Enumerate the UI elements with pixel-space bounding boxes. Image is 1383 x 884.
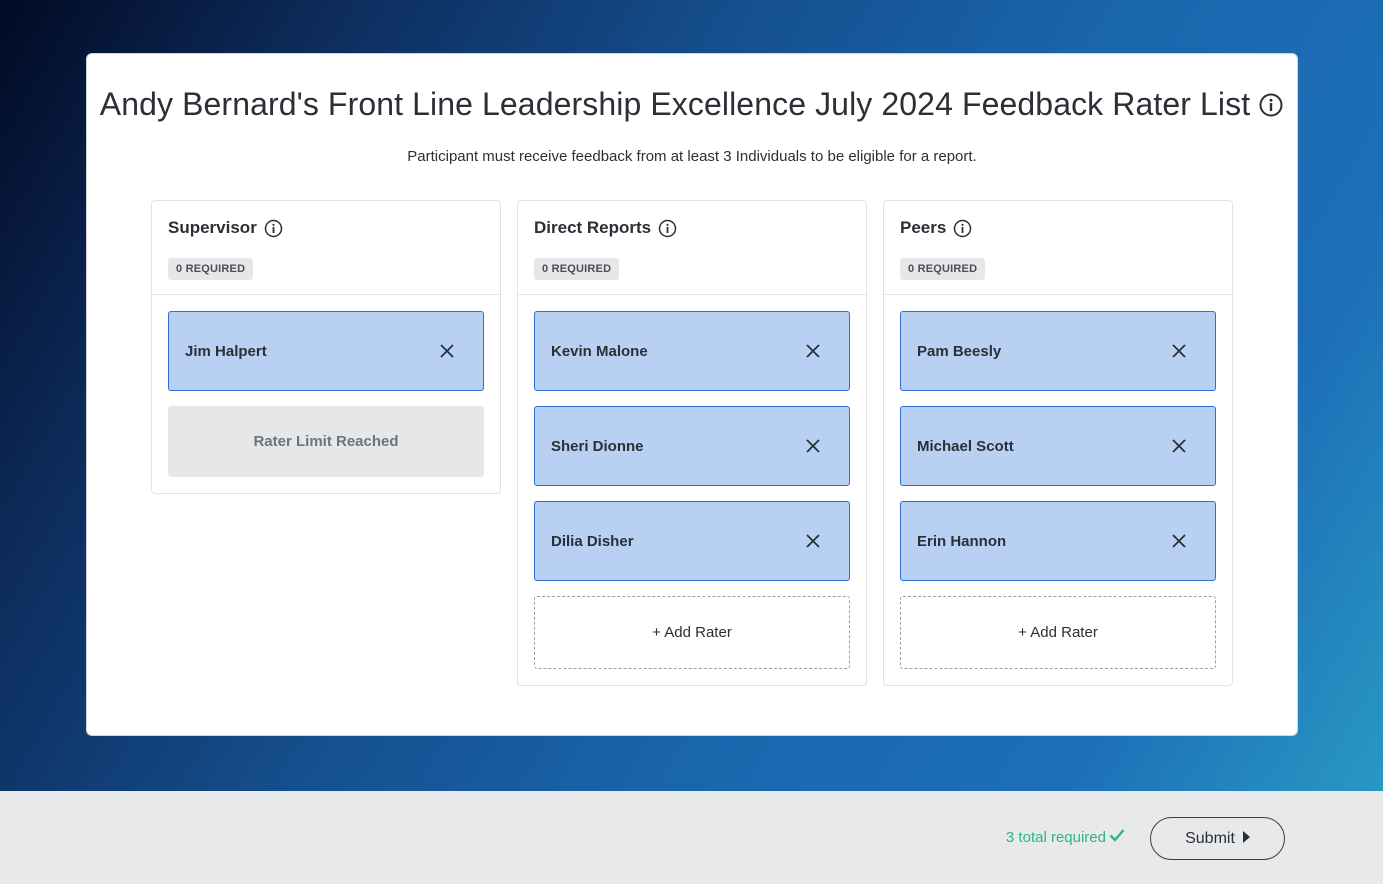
rater-name: Jim Halpert	[185, 342, 267, 360]
rater-card: Michael Scott	[900, 406, 1216, 486]
page-title-row: Andy Bernard's Front Line Leadership Exc…	[87, 86, 1297, 123]
rater-card: Erin Hannon	[900, 501, 1216, 581]
rater-list-card: Andy Bernard's Front Line Leadership Exc…	[86, 53, 1298, 736]
total-required-text: 3 total required	[1005, 828, 1106, 846]
required-badge: 0 REQUIRED	[534, 258, 620, 280]
rater-name: Michael Scott	[917, 437, 1014, 455]
column-header: Supervisor 0 REQUIRED	[152, 201, 500, 295]
info-icon[interactable]	[658, 219, 677, 238]
check-icon	[1109, 828, 1125, 846]
add-rater-button[interactable]: + Add Rater	[900, 596, 1216, 669]
caret-right-icon	[1242, 830, 1250, 848]
column-title: Peers	[900, 218, 947, 237]
column-title: Supervisor	[168, 218, 257, 237]
remove-rater-icon[interactable]	[1171, 438, 1187, 454]
column-supervisor: Supervisor 0 REQUIRED Jim Halpert Rater …	[151, 200, 501, 494]
rater-card: Sheri Dionne	[534, 406, 850, 486]
column-header: Peers 0 REQUIRED	[884, 201, 1232, 295]
column-header: Direct Reports 0 REQUIRED	[518, 201, 866, 295]
column-direct-reports: Direct Reports 0 REQUIRED Kevin Malone S…	[517, 200, 867, 686]
info-icon[interactable]	[953, 219, 972, 238]
remove-rater-icon[interactable]	[1171, 343, 1187, 359]
remove-rater-icon[interactable]	[439, 343, 455, 359]
rater-name: Pam Beesly	[917, 342, 1002, 360]
rater-card: Pam Beesly	[900, 311, 1216, 391]
total-required-status: 3 total required	[1006, 828, 1125, 846]
add-rater-button[interactable]: + Add Rater	[534, 596, 850, 669]
rater-name: Erin Hannon	[917, 532, 1007, 550]
column-title: Direct Reports	[534, 218, 652, 237]
rater-card: Kevin Malone	[534, 311, 850, 391]
remove-rater-icon[interactable]	[805, 343, 821, 359]
remove-rater-icon[interactable]	[1171, 533, 1187, 549]
footer-bar: 3 total required Submit	[0, 791, 1383, 884]
submit-button[interactable]: Submit	[1150, 817, 1285, 860]
required-badge: 0 REQUIRED	[168, 258, 254, 280]
rater-card: Dilia Disher	[534, 501, 850, 581]
page-subtitle: Participant must receive feedback from a…	[407, 148, 977, 165]
required-badge: 0 REQUIRED	[900, 258, 986, 280]
rater-card: Jim Halpert	[168, 311, 484, 391]
info-icon[interactable]	[264, 219, 283, 238]
rater-name: Dilia Disher	[551, 532, 634, 550]
info-icon[interactable]	[1258, 92, 1284, 118]
submit-label: Submit	[1185, 829, 1235, 847]
remove-rater-icon[interactable]	[805, 533, 821, 549]
rater-limit-reached: Rater Limit Reached	[168, 406, 484, 477]
rater-name: Sheri Dionne	[551, 437, 644, 455]
page-title: Andy Bernard's Front Line Leadership Exc…	[99, 86, 1251, 122]
rater-name: Kevin Malone	[551, 342, 648, 360]
remove-rater-icon[interactable]	[805, 438, 821, 454]
column-peers: Peers 0 REQUIRED Pam Beesly Michael Scot…	[883, 200, 1233, 686]
